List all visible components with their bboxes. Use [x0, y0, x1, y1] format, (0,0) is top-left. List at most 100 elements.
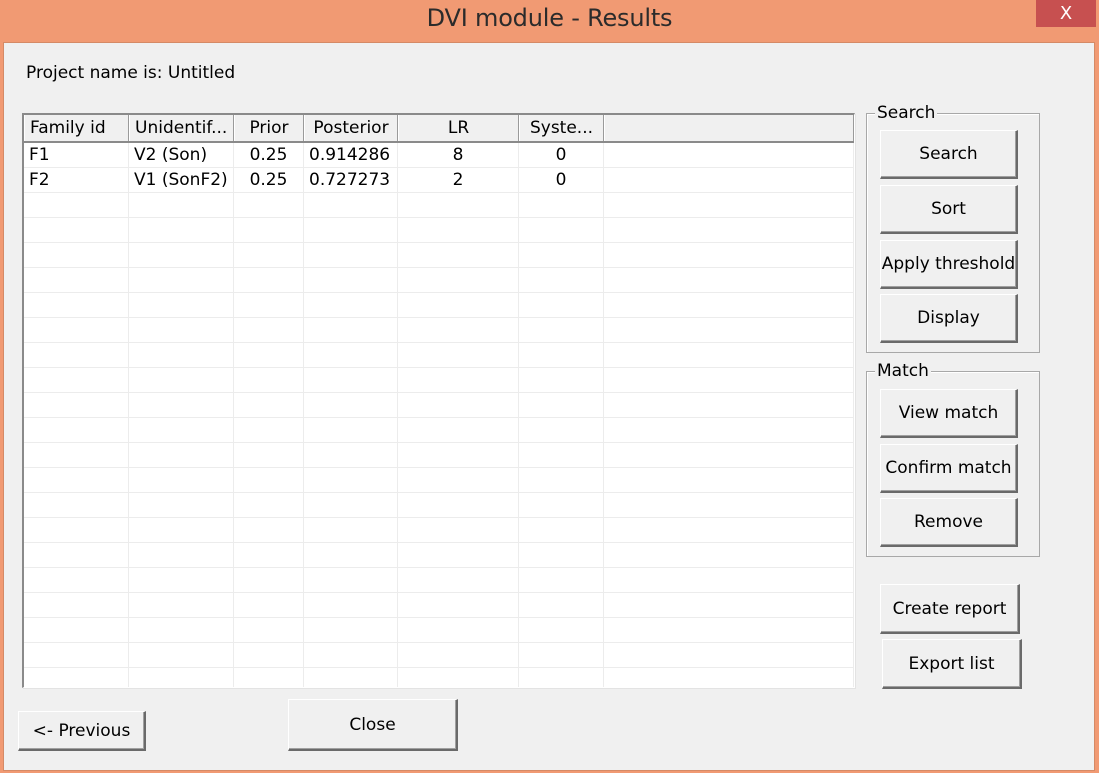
column-header-filler — [604, 115, 854, 141]
cell-lr — [398, 268, 519, 292]
cell-lr — [398, 468, 519, 492]
cell-lr — [398, 318, 519, 342]
empty-row — [24, 368, 854, 393]
cell-filler — [604, 568, 854, 592]
cell-filler — [604, 168, 854, 192]
cell-filler — [604, 468, 854, 492]
cell-filler — [604, 543, 854, 567]
cell-family-id — [24, 468, 129, 492]
cell-prior — [234, 493, 304, 517]
cell-unidentified — [129, 418, 234, 442]
cell-posterior — [304, 543, 398, 567]
column-header-prior[interactable]: Prior — [234, 115, 304, 141]
cell-lr — [398, 343, 519, 367]
cell-filler — [604, 343, 854, 367]
cell-prior — [234, 618, 304, 642]
cell-prior — [234, 393, 304, 417]
cell-filler — [604, 643, 854, 667]
export-list-button[interactable]: Export list — [882, 639, 1022, 689]
cell-prior — [234, 418, 304, 442]
empty-row — [24, 668, 854, 687]
match-group-legend: Match — [875, 361, 931, 381]
cell-lr: 2 — [398, 168, 519, 192]
cell-family-id — [24, 493, 129, 517]
column-header-family-id[interactable]: Family id — [24, 115, 129, 141]
column-header-lr[interactable]: LR — [398, 115, 519, 141]
column-header-system[interactable]: Syste... — [519, 115, 604, 141]
column-header-posterior[interactable]: Posterior — [304, 115, 398, 141]
cell-family-id — [24, 393, 129, 417]
cell-posterior — [304, 393, 398, 417]
sort-button[interactable]: Sort — [880, 185, 1018, 234]
cell-unidentified: V2 (Son) — [129, 143, 234, 167]
cell-unidentified — [129, 193, 234, 217]
cell-posterior — [304, 443, 398, 467]
cell-filler — [604, 443, 854, 467]
cell-prior — [234, 268, 304, 292]
cell-system — [519, 468, 604, 492]
cell-posterior — [304, 193, 398, 217]
display-button[interactable]: Display — [880, 294, 1018, 343]
empty-row — [24, 318, 854, 343]
cell-posterior — [304, 368, 398, 392]
cell-prior — [234, 318, 304, 342]
cell-prior — [234, 293, 304, 317]
remove-button[interactable]: Remove — [880, 498, 1018, 547]
cell-system — [519, 518, 604, 542]
cell-system — [519, 393, 604, 417]
cell-unidentified — [129, 293, 234, 317]
cell-prior — [234, 468, 304, 492]
cell-prior — [234, 368, 304, 392]
search-button[interactable]: Search — [880, 130, 1018, 179]
cell-unidentified — [129, 368, 234, 392]
empty-row — [24, 293, 854, 318]
cell-filler — [604, 668, 854, 687]
empty-row — [24, 568, 854, 593]
apply-threshold-button[interactable]: Apply threshold — [880, 240, 1018, 289]
cell-lr — [398, 518, 519, 542]
empty-row — [24, 618, 854, 643]
table-row[interactable]: F1 V2 (Son) 0.25 0.914286 8 0 — [24, 143, 854, 168]
results-list[interactable]: Family id Unidentif... Prior Posterior L… — [22, 113, 855, 688]
cell-lr — [398, 368, 519, 392]
cell-unidentified — [129, 268, 234, 292]
cell-lr — [398, 493, 519, 517]
confirm-match-button[interactable]: Confirm match — [880, 444, 1018, 493]
cell-unidentified — [129, 343, 234, 367]
cell-system — [519, 493, 604, 517]
view-match-button[interactable]: View match — [880, 389, 1018, 438]
cell-family-id — [24, 543, 129, 567]
empty-row — [24, 418, 854, 443]
cell-lr: 8 — [398, 143, 519, 167]
cell-lr — [398, 568, 519, 592]
cell-family-id — [24, 668, 129, 687]
dialog-client-area: Project name is: Untitled Family id Unid… — [3, 42, 1095, 771]
empty-row — [24, 343, 854, 368]
cell-system — [519, 218, 604, 242]
cell-family-id — [24, 368, 129, 392]
cell-unidentified — [129, 593, 234, 617]
cell-family-id: F1 — [24, 143, 129, 167]
empty-row — [24, 468, 854, 493]
table-row[interactable]: F2 V1 (SonF2) 0.25 0.727273 2 0 — [24, 168, 854, 193]
cell-filler — [604, 268, 854, 292]
cell-filler — [604, 143, 854, 167]
cell-lr — [398, 293, 519, 317]
close-button[interactable]: Close — [288, 699, 458, 751]
empty-row — [24, 218, 854, 243]
cell-prior — [234, 518, 304, 542]
cell-posterior — [304, 643, 398, 667]
previous-button[interactable]: <- Previous — [18, 711, 146, 751]
cell-posterior — [304, 468, 398, 492]
create-report-button[interactable]: Create report — [880, 584, 1020, 634]
cell-unidentified — [129, 468, 234, 492]
empty-row — [24, 593, 854, 618]
cell-system — [519, 193, 604, 217]
cell-lr — [398, 593, 519, 617]
cell-prior: 0.25 — [234, 143, 304, 167]
cell-unidentified — [129, 668, 234, 687]
column-header-unidentified[interactable]: Unidentif... — [129, 115, 234, 141]
cell-family-id — [24, 443, 129, 467]
close-window-button[interactable]: X — [1036, 0, 1096, 27]
cell-family-id — [24, 293, 129, 317]
